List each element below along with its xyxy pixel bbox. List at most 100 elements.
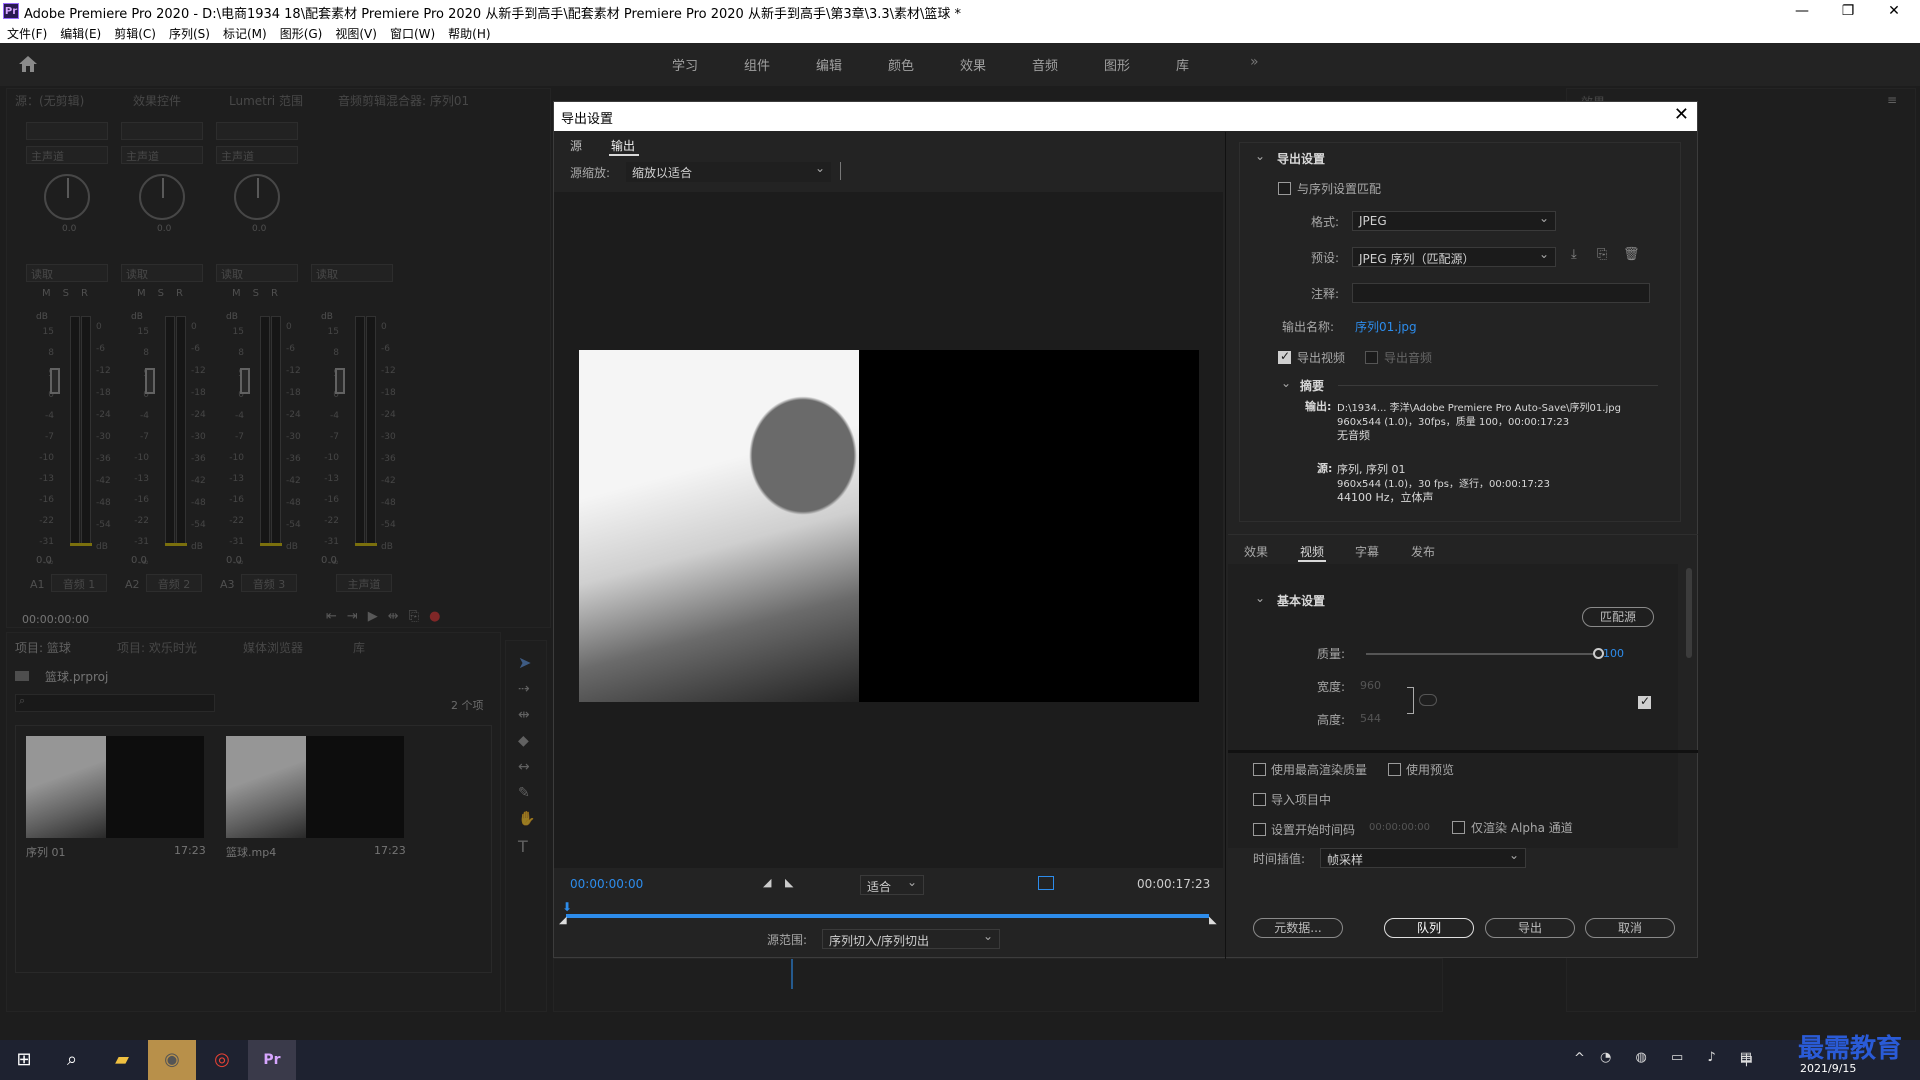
type-tool-icon[interactable]: T bbox=[518, 837, 528, 856]
import-project-checkbox[interactable] bbox=[1253, 793, 1266, 806]
range-end-handle[interactable]: ◣ bbox=[1209, 915, 1217, 926]
menu-sequence[interactable]: 序列(S) bbox=[162, 22, 216, 42]
home-icon[interactable] bbox=[18, 55, 38, 73]
workspace-effects[interactable]: 效果 bbox=[960, 55, 986, 74]
workspace-graphics[interactable]: 图形 bbox=[1104, 55, 1130, 74]
cancel-button[interactable]: 取消 bbox=[1585, 918, 1675, 938]
playhead-icon[interactable]: ⬇ bbox=[562, 900, 572, 914]
range-start-handle[interactable]: ◢ bbox=[559, 915, 567, 926]
channel-dropdown[interactable] bbox=[121, 122, 203, 140]
track-name[interactable]: 音频 1 bbox=[51, 574, 107, 592]
menu-marker[interactable]: 标记(M) bbox=[216, 22, 273, 42]
pan-knob[interactable] bbox=[44, 174, 90, 220]
mark-out-icon[interactable]: ◣ bbox=[785, 876, 793, 889]
volume-fader[interactable] bbox=[335, 368, 345, 394]
source-range-select[interactable]: 序列切入/序列切出 bbox=[822, 929, 1000, 949]
app-icon[interactable]: ◉ bbox=[148, 1040, 196, 1080]
channel-mode-dropdown[interactable]: 主声道 bbox=[121, 146, 203, 164]
automation-mode-dropdown[interactable]: 读取 bbox=[311, 264, 393, 282]
workspace-assembly[interactable]: 组件 bbox=[744, 55, 770, 74]
msr-buttons[interactable]: MSR bbox=[137, 288, 195, 299]
tab-output-view[interactable]: 输出 bbox=[611, 137, 635, 154]
slip-tool-icon[interactable]: ↔ bbox=[518, 759, 530, 775]
thumbnail-sequence[interactable] bbox=[26, 736, 204, 838]
menu-help[interactable]: 帮助(H) bbox=[441, 22, 496, 42]
match-source-button[interactable]: 匹配源 bbox=[1582, 607, 1654, 627]
thumbnail-clip[interactable] bbox=[226, 736, 404, 838]
mixer-transport-controls[interactable]: ⇤⇥▶⇹⎘● bbox=[326, 609, 450, 624]
automation-mode-dropdown[interactable]: 读取 bbox=[121, 264, 203, 282]
track-name[interactable]: 音频 3 bbox=[241, 574, 297, 592]
menu-file[interactable]: 文件(F) bbox=[0, 22, 53, 42]
pan-knob[interactable] bbox=[139, 174, 185, 220]
mark-in-icon[interactable]: ◢ bbox=[763, 876, 771, 889]
tab-video-settings[interactable]: 视频 bbox=[1300, 543, 1324, 560]
export-audio-checkbox[interactable] bbox=[1365, 351, 1378, 364]
maximize-button[interactable]: ❐ bbox=[1825, 0, 1871, 22]
premiere-taskbar-icon[interactable]: Pr bbox=[248, 1040, 296, 1080]
channel-mode-dropdown[interactable]: 主声道 bbox=[26, 146, 108, 164]
razor-tool-icon[interactable]: ◆ bbox=[518, 733, 529, 749]
quality-slider-track[interactable] bbox=[1366, 653, 1599, 655]
preset-select[interactable]: JPEG 序列（匹配源） bbox=[1352, 247, 1556, 267]
track-name[interactable]: 主声道 bbox=[336, 574, 392, 592]
export-button[interactable]: 导出 bbox=[1485, 918, 1575, 938]
pen-tool-icon[interactable]: ✎ bbox=[518, 785, 530, 801]
workspace-editing[interactable]: 编辑 bbox=[816, 55, 842, 74]
width-value[interactable]: 960 bbox=[1360, 679, 1381, 692]
menu-view[interactable]: 视图(V) bbox=[328, 22, 383, 42]
alpha-only-checkbox[interactable] bbox=[1452, 821, 1465, 834]
ime-indicator[interactable]: 中 bbox=[1740, 1050, 1753, 1069]
search-icon[interactable]: ⌕ bbox=[48, 1040, 96, 1080]
basic-collapse-icon[interactable]: ⌄ bbox=[1255, 591, 1265, 605]
project-search-input[interactable] bbox=[15, 694, 215, 712]
workspace-learn[interactable]: 学习 bbox=[672, 55, 698, 74]
save-preset-icon[interactable]: ⤓ bbox=[1571, 247, 1577, 262]
menu-edit[interactable]: 编辑(E) bbox=[53, 22, 107, 42]
use-preview-checkbox[interactable] bbox=[1388, 763, 1401, 776]
tab-libraries[interactable]: 库 bbox=[353, 639, 365, 656]
close-window-button[interactable]: ✕ bbox=[1871, 0, 1917, 22]
menu-graphics[interactable]: 图形(G) bbox=[273, 22, 329, 42]
channel-dropdown[interactable] bbox=[26, 122, 108, 140]
tab-media-browser[interactable]: 媒体浏览器 bbox=[243, 639, 303, 656]
menu-clip[interactable]: 剪辑(C) bbox=[107, 22, 162, 42]
import-preset-icon[interactable]: ⎘ bbox=[1597, 247, 1607, 262]
tab-effects-settings[interactable]: 效果 bbox=[1244, 543, 1268, 560]
track-name[interactable]: 音频 2 bbox=[146, 574, 202, 592]
minimize-button[interactable]: — bbox=[1779, 0, 1825, 22]
dialog-close-button[interactable]: ✕ bbox=[1674, 106, 1689, 124]
file-explorer-icon[interactable]: ▰ bbox=[98, 1040, 146, 1080]
automation-mode-dropdown[interactable]: 读取 bbox=[216, 264, 298, 282]
volume-fader[interactable] bbox=[145, 368, 155, 394]
settings-scrollbar[interactable] bbox=[1686, 568, 1692, 658]
dimension-override-checkbox[interactable] bbox=[1638, 694, 1651, 709]
queue-button[interactable]: 队列 bbox=[1384, 918, 1474, 938]
quality-value[interactable]: 100 bbox=[1603, 647, 1624, 660]
selection-tool-icon[interactable]: ➤ bbox=[518, 653, 531, 672]
volume-fader[interactable] bbox=[50, 368, 60, 394]
tab-publish-settings[interactable]: 发布 bbox=[1411, 543, 1435, 560]
workspace-libraries[interactable]: 库 bbox=[1176, 55, 1189, 74]
automation-mode-dropdown[interactable]: 读取 bbox=[26, 264, 108, 282]
format-select[interactable]: JPEG bbox=[1352, 211, 1556, 231]
tab-effect-controls[interactable]: 效果控件 bbox=[133, 92, 181, 109]
output-name-link[interactable]: 序列01.jpg bbox=[1355, 318, 1417, 335]
comment-input[interactable] bbox=[1352, 283, 1650, 303]
source-scale-select[interactable]: 缩放以适合 bbox=[626, 161, 831, 182]
tab-audio-clip-mixer[interactable]: 音频剪辑混合器: 序列01 bbox=[338, 92, 469, 109]
export-video-checkbox[interactable] bbox=[1278, 349, 1291, 364]
timecode-current[interactable]: 00:00:00:00 bbox=[570, 877, 643, 891]
match-sequence-checkbox[interactable] bbox=[1278, 182, 1291, 195]
chrome-icon[interactable]: ◎ bbox=[198, 1040, 246, 1080]
tab-lumetri[interactable]: Lumetri 范围 bbox=[229, 92, 303, 109]
pan-knob[interactable] bbox=[234, 174, 280, 220]
channel-dropdown[interactable] bbox=[216, 122, 298, 140]
summary-collapse-icon[interactable]: ⌄ bbox=[1281, 376, 1291, 390]
workspace-color[interactable]: 颜色 bbox=[888, 55, 914, 74]
more-workspaces-icon[interactable]: » bbox=[1250, 54, 1259, 70]
msr-buttons[interactable]: MSR bbox=[232, 288, 290, 299]
ripple-edit-icon[interactable]: ⇹ bbox=[518, 707, 530, 723]
tray-chevron-icon[interactable]: ^ bbox=[1574, 1051, 1585, 1066]
windows-start-icon[interactable]: ⊞ bbox=[0, 1040, 48, 1080]
